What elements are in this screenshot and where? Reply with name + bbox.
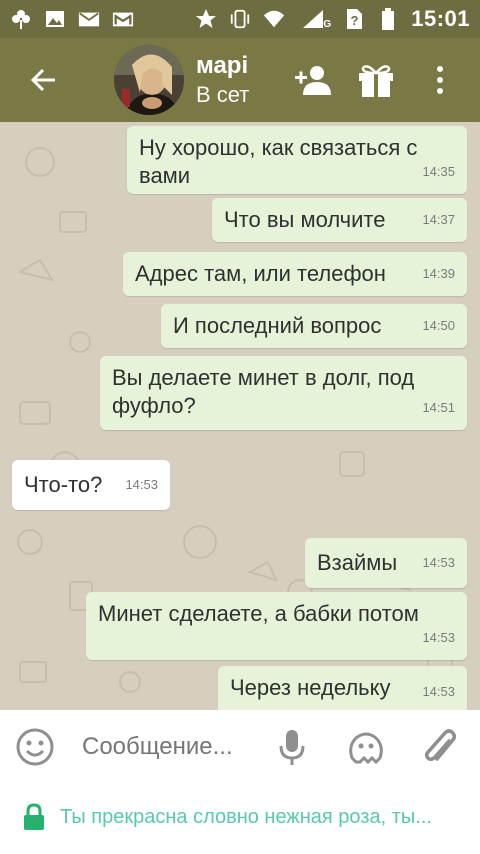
message-input[interactable] <box>82 733 272 761</box>
message-time: 14:35 <box>422 164 455 179</box>
composer: Ты прекрасна словно нежная роза, ты... <box>0 710 480 854</box>
message-bubble[interactable]: Взаймы 14:53 <box>305 538 467 588</box>
message-time: 14:53 <box>422 555 455 570</box>
message-text: Ну хорошо, как связаться с <box>139 135 418 160</box>
arrow-back-icon <box>30 68 55 92</box>
message-text: Через недельку <box>230 675 391 700</box>
security-text: Ты прекрасна словно нежная роза, ты... <box>60 805 432 828</box>
image-icon <box>44 8 66 30</box>
message-bubble[interactable]: Что-то? 14:53 <box>12 460 170 510</box>
message-time: 14:53 <box>422 684 455 699</box>
add-contact-button[interactable] <box>292 60 332 100</box>
more-options-button[interactable] <box>420 60 460 100</box>
message-bubble[interactable]: Вы делаете минет в долг, под фуфло? 14:5… <box>100 356 467 430</box>
message-text: Вы делаете минет в долг, под <box>112 365 415 390</box>
message-time: 14:37 <box>422 212 455 227</box>
message-time: 14:50 <box>422 318 455 333</box>
star-icon <box>195 8 217 30</box>
message-bubble[interactable]: Адрес там, или телефон 14:39 <box>123 252 467 296</box>
sticker-icon <box>349 732 383 765</box>
voice-button[interactable] <box>272 727 312 767</box>
signal-3g-icon: 3G <box>297 8 331 30</box>
message-time: 14:53 <box>422 630 455 645</box>
more-vert-icon <box>437 66 443 94</box>
message-time: 14:51 <box>422 400 455 415</box>
message-time: 14:53 <box>125 477 158 492</box>
paperclip-icon <box>424 729 457 762</box>
vibrate-icon <box>229 8 251 30</box>
status-bar-right-icons: 3G ? 15:01 <box>195 6 470 32</box>
gift-button[interactable] <box>356 60 396 100</box>
gift-icon <box>359 65 393 97</box>
battery-icon <box>377 8 399 30</box>
contact-name: марі <box>196 52 249 79</box>
message-bubble[interactable]: Через недельку 14:53 <box>218 666 467 710</box>
back-button[interactable] <box>0 38 88 122</box>
chat-header: марі В сет <box>0 38 480 122</box>
contact-status: В сет <box>196 82 250 107</box>
message-time: 14:39 <box>422 266 455 281</box>
wifi-icon <box>263 8 285 30</box>
message-bubble[interactable]: И последний вопрос 14:50 <box>161 304 467 348</box>
emoji-button[interactable] <box>14 725 56 769</box>
network-label: 3G <box>317 19 332 30</box>
message-bubble[interactable]: Ну хорошо, как связаться с вами 14:35 <box>127 126 467 194</box>
status-time: 15:01 <box>411 6 470 31</box>
security-notice[interactable]: Ты прекрасна словно нежная роза, ты... <box>0 796 480 838</box>
message-text: вами <box>139 163 191 188</box>
add-contact-icon <box>295 66 331 95</box>
composer-actions <box>272 727 480 767</box>
contact-info[interactable]: марі В сет <box>196 52 249 108</box>
message-text: Адрес там, или телефон <box>135 261 386 286</box>
mail-m-icon <box>112 8 134 30</box>
sim-unknown-icon: ? <box>343 8 365 30</box>
message-bubble[interactable]: Минет сделаете, а бабки потом 14:53 <box>86 592 467 660</box>
message-list[interactable]: Ну хорошо, как связаться с вами 14:35 Чт… <box>0 122 480 710</box>
message-text: фуфло? <box>112 393 196 418</box>
clover-icon <box>10 8 32 30</box>
lock-icon <box>20 803 48 831</box>
header-actions <box>292 60 480 100</box>
smiley-icon <box>16 728 54 766</box>
message-text: И последний вопрос <box>173 313 382 338</box>
attach-button[interactable] <box>420 727 460 767</box>
message-text: Что вы молчите <box>224 207 386 232</box>
sticker-button[interactable] <box>346 727 386 767</box>
composer-row <box>0 710 480 784</box>
svg-text:?: ? <box>351 13 359 28</box>
microphone-icon <box>279 730 305 765</box>
status-bar: 3G ? 15:01 <box>0 0 480 38</box>
avatar[interactable] <box>114 45 184 115</box>
message-bubble[interactable]: Что вы молчите 14:37 <box>212 198 467 242</box>
status-bar-left-icons <box>10 8 134 30</box>
mail-icon <box>78 8 100 30</box>
message-text: Минет сделаете, а бабки потом <box>98 601 419 626</box>
